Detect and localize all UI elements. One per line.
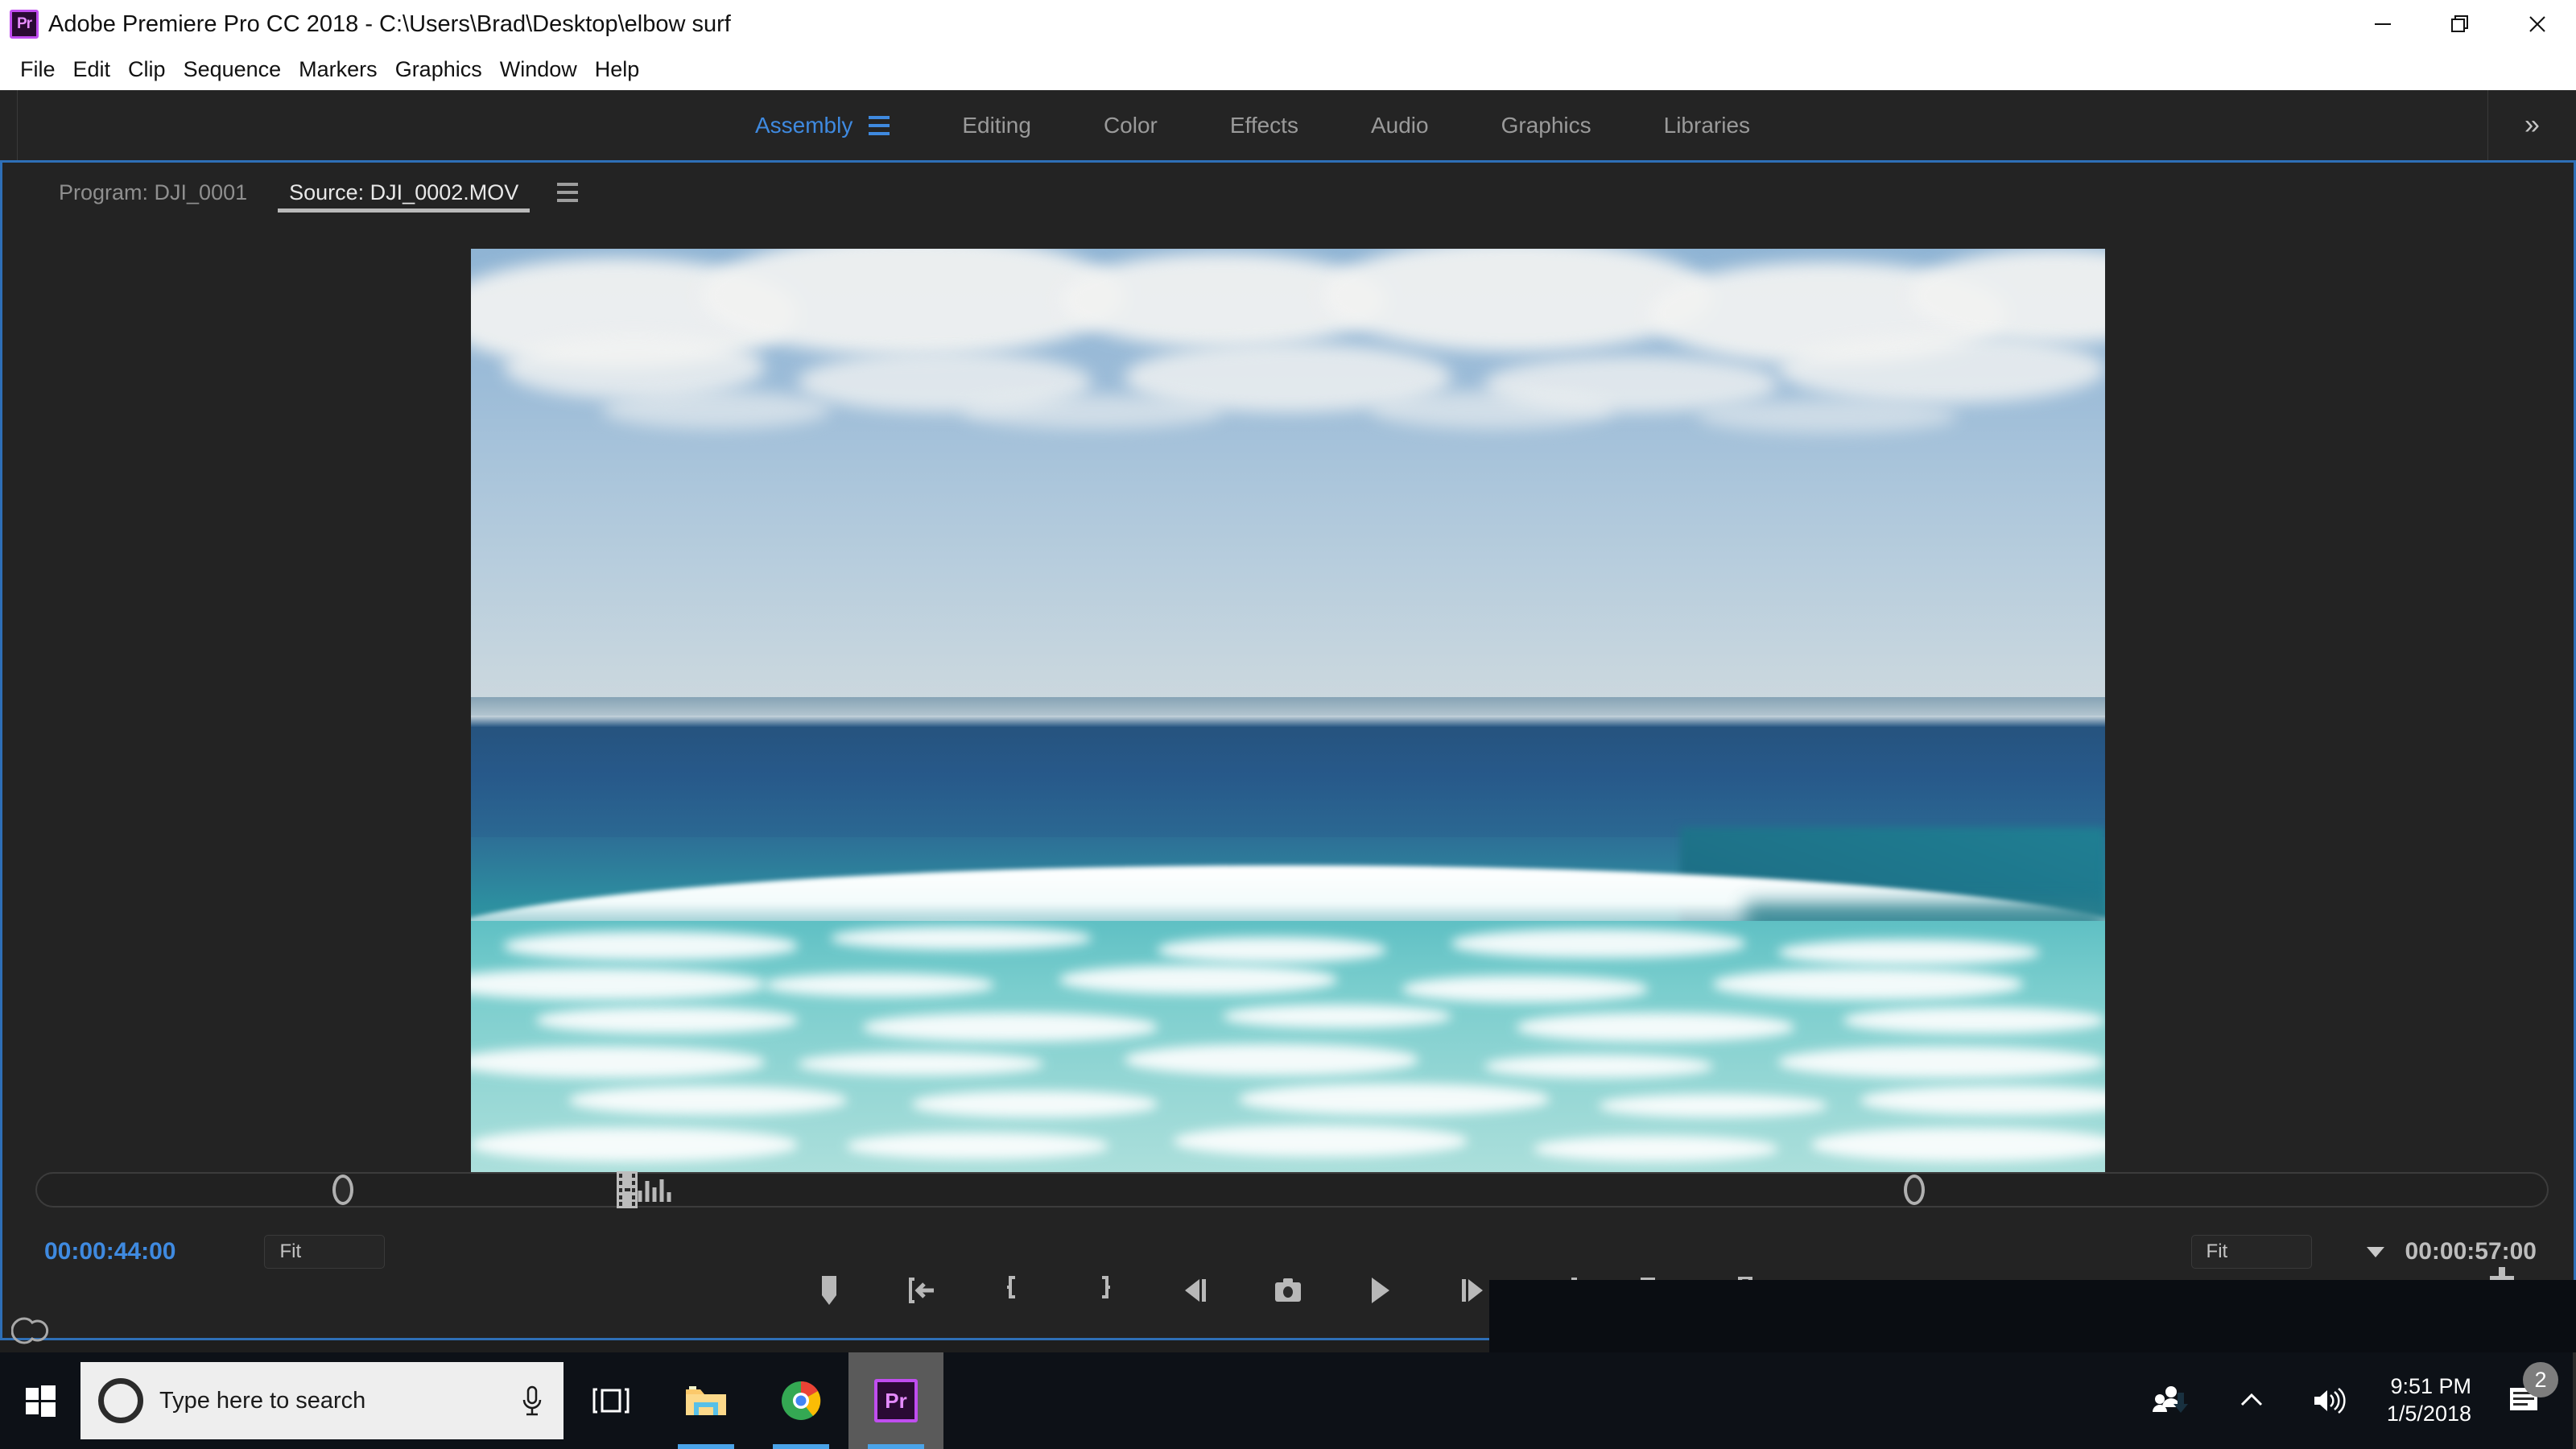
workspace-tab-libraries[interactable]: Libraries [1628,113,1786,138]
chrome-button[interactable] [753,1352,848,1449]
play-icon [1364,1273,1396,1308]
premiere-icon-label: Pr [885,1389,906,1414]
search-box[interactable]: Type here to search [80,1362,564,1439]
workspace-bar: Assembly Editing Color Effects Audio Gra… [0,90,2576,163]
add-marker-button[interactable] [806,1267,852,1314]
window-controls [2344,0,2576,48]
title-bar: Pr Adobe Premiere Pro CC 2018 - C:\Users… [0,0,2576,48]
workspace-left-strip [0,90,18,160]
notification-count-badge: 2 [2523,1362,2558,1397]
mark-in-button[interactable] [989,1267,1036,1314]
menu-item-clip[interactable]: Clip [119,57,175,82]
menu-item-sequence[interactable]: Sequence [175,57,291,82]
window-title: Adobe Premiere Pro CC 2018 - C:\Users\Br… [48,11,731,38]
chrome-icon [779,1379,823,1422]
mark-out-icon [1092,1273,1117,1308]
workspace-tabs: Assembly Editing Color Effects Audio Gra… [18,90,2487,160]
workspace-tab-editing[interactable]: Editing [926,113,1067,138]
premiere-pro-button[interactable]: Pr [848,1352,943,1449]
step-back-button[interactable] [1173,1267,1220,1314]
workspace-tab-audio[interactable]: Audio [1335,113,1465,138]
close-icon [2524,10,2551,38]
mark-in-icon [1001,1273,1025,1308]
playhead-handle[interactable] [332,1174,353,1205]
step-forward-button[interactable] [1448,1267,1495,1314]
volume-button[interactable] [2289,1385,2368,1417]
tab-program-monitor[interactable]: Program: DJI_0001 [38,163,268,222]
people-share-button[interactable] [2129,1381,2215,1420]
foam-field [471,921,2105,1183]
video-preview-area [2,222,2574,1209]
cortana-circle-icon[interactable] [98,1378,143,1423]
camera-icon [1270,1274,1306,1307]
audio-waveform-drag-icon[interactable] [638,1178,671,1202]
file-explorer-button[interactable] [658,1352,753,1449]
show-desktop-divider [2573,1352,2576,1449]
people-share-icon [2150,1381,2194,1420]
filmstrip-drag-icon[interactable] [617,1171,638,1208]
windows-start-icon [21,1381,60,1420]
folder-icon [683,1381,729,1420]
search-input[interactable]: Type here to search [159,1388,502,1414]
source-monitor-panel: Program: DJI_0001 Source: DJI_0002.MOV [0,163,2576,1340]
restore-button[interactable] [2421,0,2499,48]
menu-item-graphics[interactable]: Graphics [386,57,491,82]
go-to-in-point-button[interactable] [898,1267,944,1314]
creative-cloud-icon[interactable] [11,1314,52,1348]
workspace-tab-effects[interactable]: Effects [1194,113,1335,138]
workspace-tab-assembly[interactable]: Assembly [719,113,926,138]
tab-source-monitor[interactable]: Source: DJI_0002.MOV [268,163,539,222]
mark-out-button[interactable] [1081,1267,1128,1314]
clock-date: 1/5/2018 [2387,1401,2471,1428]
premiere-pro-logo: Pr [10,10,39,39]
restore-icon [2446,10,2474,38]
menu-item-file[interactable]: File [11,57,64,82]
workspace-tab-assembly-label: Assembly [755,113,852,138]
speaker-icon [2310,1385,2347,1417]
microphone-icon[interactable] [518,1382,546,1419]
task-view-icon [590,1383,632,1418]
marker-icon [815,1273,843,1308]
start-button[interactable] [0,1352,80,1449]
workspace-overflow-button[interactable]: » [2487,90,2576,160]
premiere-icon: Pr [874,1379,918,1422]
menu-item-edit[interactable]: Edit [64,57,120,82]
minimize-button[interactable] [2344,0,2421,48]
menu-bar: File Edit Clip Sequence Markers Graphics… [0,48,2576,90]
close-button[interactable] [2499,0,2576,48]
out-point-handle[interactable] [1904,1174,1925,1205]
play-stop-button[interactable] [1356,1267,1403,1314]
step-forward-icon [1454,1274,1489,1307]
menu-item-help[interactable]: Help [586,57,649,82]
workspace-tab-graphics[interactable]: Graphics [1465,113,1628,138]
step-back-icon [1179,1274,1214,1307]
windows-taskbar: Type here to search [0,1352,2576,1449]
chevron-up-icon [2235,1387,2268,1414]
source-scrubber-bar[interactable] [35,1172,2549,1208]
menu-item-markers[interactable]: Markers [290,57,386,82]
show-hidden-icons-button[interactable] [2215,1387,2289,1414]
premiere-pro-logo-text: Pr [17,15,31,33]
minimize-icon [2369,10,2396,38]
tab-source-monitor-label: Source: DJI_0002.MOV [289,180,518,205]
workspace-tab-color[interactable]: Color [1067,113,1194,138]
system-tray: 9:51 PM 1/5/2018 2 [2129,1352,2576,1449]
task-view-button[interactable] [564,1352,658,1449]
clock[interactable]: 9:51 PM 1/5/2018 [2368,1373,2491,1428]
panel-hamburger-menu-icon[interactable] [557,183,578,202]
cloud-layer [471,249,2105,679]
action-center-button[interactable]: 2 [2491,1383,2573,1418]
menu-item-window[interactable]: Window [491,57,586,82]
source-video-frame [471,249,2105,1183]
clock-time: 9:51 PM [2390,1373,2471,1401]
export-frame-button[interactable] [1265,1267,1311,1314]
hamburger-menu-icon[interactable] [869,116,890,135]
creative-cloud-strip [0,1307,161,1354]
go-to-in-icon [903,1273,939,1308]
monitor-panel-tabs: Program: DJI_0001 Source: DJI_0002.MOV [2,163,2574,222]
desktop-background-strip [1489,1280,2576,1352]
